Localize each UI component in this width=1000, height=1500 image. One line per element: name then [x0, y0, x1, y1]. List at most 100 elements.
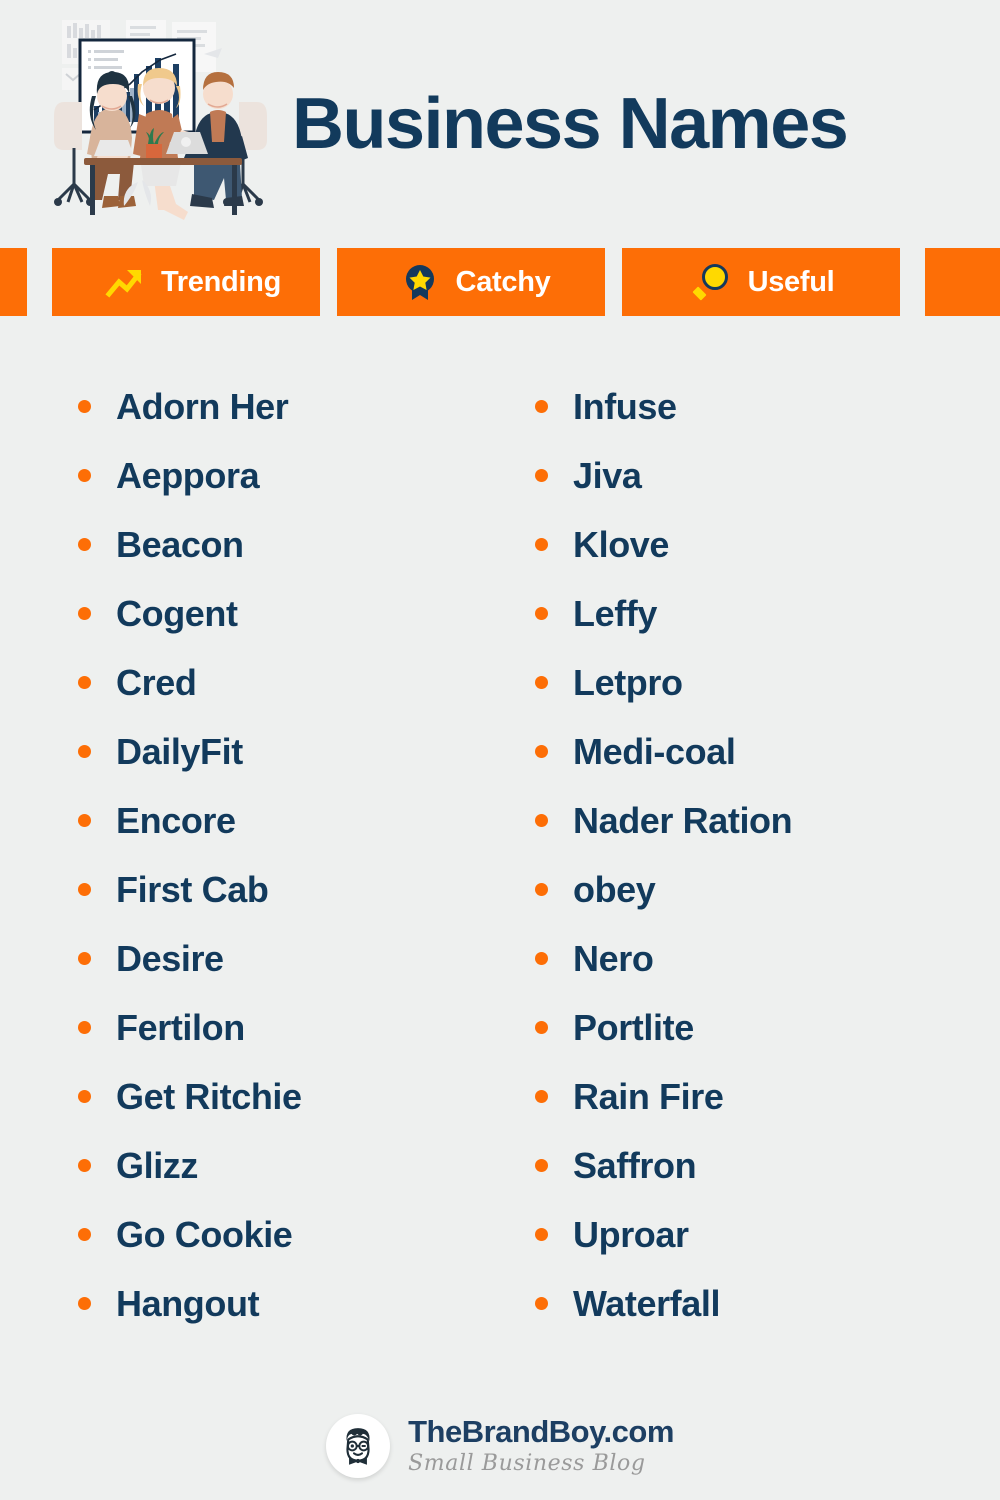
list-item[interactable]: Leffy: [535, 579, 1000, 648]
bullet-icon: [78, 1090, 91, 1103]
bullet-icon: [78, 952, 91, 965]
bullet-icon: [535, 745, 548, 758]
list-item[interactable]: Cred: [78, 648, 500, 717]
bullet-icon: [535, 469, 548, 482]
footer-brand-name[interactable]: TheBrandBoy.com: [408, 1416, 674, 1449]
name-label: Leffy: [573, 592, 658, 634]
bullet-icon: [535, 1090, 548, 1103]
list-item[interactable]: Beacon: [78, 510, 500, 579]
name-label: Fertilon: [116, 1006, 245, 1048]
name-label: Infuse: [573, 385, 677, 427]
name-label: Aeppora: [116, 454, 260, 496]
list-item[interactable]: Cogent: [78, 579, 500, 648]
tab-catchy[interactable]: Catchy: [337, 248, 605, 316]
name-label: Nero: [573, 937, 654, 979]
bullet-icon: [535, 538, 548, 551]
tab-trending[interactable]: Trending: [52, 248, 320, 316]
bullet-icon: [535, 883, 548, 896]
star-badge-icon: [405, 265, 434, 300]
name-label: Cred: [116, 661, 197, 703]
name-label: Go Cookie: [116, 1213, 293, 1255]
bullet-icon: [78, 883, 91, 896]
bullet-icon: [78, 676, 91, 689]
bullet-icon: [78, 814, 91, 827]
name-label: obey: [573, 868, 656, 910]
list-item[interactable]: obey: [535, 855, 1000, 924]
bullet-icon: [535, 676, 548, 689]
list-item[interactable]: Glizz: [78, 1131, 500, 1200]
bullet-icon: [78, 538, 91, 551]
names-column-left: Adorn Her Aeppora Beacon Cogent Cred Dai…: [0, 372, 500, 1338]
bullet-icon: [535, 1228, 548, 1241]
list-item[interactable]: Waterfall: [535, 1269, 1000, 1338]
bullet-icon: [78, 607, 91, 620]
bullet-icon: [78, 1297, 91, 1310]
name-label: Letpro: [573, 661, 683, 703]
name-label: Nader Ration: [573, 799, 793, 841]
name-label: Uproar: [573, 1213, 689, 1255]
list-item[interactable]: Nader Ration: [535, 786, 1000, 855]
tab-partial-left[interactable]: [0, 248, 27, 316]
bullet-icon: [535, 1297, 548, 1310]
list-item[interactable]: Get Ritchie: [78, 1062, 500, 1131]
bullet-icon: [78, 1159, 91, 1172]
name-label: Medi-coal: [573, 730, 736, 772]
name-label: Beacon: [116, 523, 244, 565]
list-item[interactable]: Infuse: [535, 372, 1000, 441]
list-item[interactable]: Rain Fire: [535, 1062, 1000, 1131]
name-label: Adorn Her: [116, 385, 289, 427]
list-item[interactable]: First Cab: [78, 855, 500, 924]
list-item[interactable]: Medi-coal: [535, 717, 1000, 786]
name-label: Cogent: [116, 592, 238, 634]
bullet-icon: [535, 607, 548, 620]
brandboy-avatar-icon: [326, 1414, 391, 1478]
name-label: Saffron: [573, 1144, 697, 1186]
tab-useful[interactable]: Useful: [622, 248, 900, 316]
bullet-icon: [535, 1021, 548, 1034]
bullet-icon: [78, 1021, 91, 1034]
list-item[interactable]: Go Cookie: [78, 1200, 500, 1269]
list-item[interactable]: Portlite: [535, 993, 1000, 1062]
footer-tagline: Small Business Blog: [408, 1450, 646, 1476]
list-item[interactable]: DailyFit: [78, 717, 500, 786]
page-header: Business Names: [0, 0, 1000, 248]
bullet-icon: [535, 814, 548, 827]
business-meeting-illustration: [42, 14, 280, 234]
list-item[interactable]: Encore: [78, 786, 500, 855]
list-item[interactable]: Letpro: [535, 648, 1000, 717]
bullet-icon: [535, 1159, 548, 1172]
bullet-icon: [78, 745, 91, 758]
footer-text-block: TheBrandBoy.com Small Business Blog: [408, 1416, 674, 1476]
name-label: Desire: [116, 937, 224, 979]
tab-catchy-label: Catchy: [455, 265, 551, 298]
list-item[interactable]: Klove: [535, 510, 1000, 579]
list-item[interactable]: Uproar: [535, 1200, 1000, 1269]
tab-useful-label: Useful: [747, 265, 835, 298]
list-item[interactable]: Jiva: [535, 441, 1000, 510]
list-item[interactable]: Aeppora: [78, 441, 500, 510]
name-label: First Cab: [116, 868, 269, 910]
bullet-icon: [535, 952, 548, 965]
list-item[interactable]: Hangout: [78, 1269, 500, 1338]
tab-partial-right[interactable]: [925, 248, 1000, 316]
trending-up-icon: [105, 270, 142, 298]
list-item[interactable]: Nero: [535, 924, 1000, 993]
list-item[interactable]: Desire: [78, 924, 500, 993]
name-label: Waterfall: [573, 1282, 721, 1324]
names-column-right: Infuse Jiva Klove Leffy Letpro Medi-coal…: [500, 372, 1000, 1338]
name-label: Rain Fire: [573, 1075, 724, 1117]
list-item[interactable]: Saffron: [535, 1131, 1000, 1200]
name-label: Portlite: [573, 1006, 694, 1048]
name-label: Get Ritchie: [116, 1075, 302, 1117]
name-label: Encore: [116, 799, 236, 841]
category-tab-bar: Trending Catchy Useful: [0, 248, 1000, 316]
bullet-icon: [78, 400, 91, 413]
tab-trending-label: Trending: [160, 265, 282, 298]
business-names-lists: Adorn Her Aeppora Beacon Cogent Cred Dai…: [0, 316, 1000, 1338]
bullet-icon: [78, 469, 91, 482]
list-item[interactable]: Adorn Her: [78, 372, 500, 441]
name-label: Glizz: [116, 1144, 199, 1186]
list-item[interactable]: Fertilon: [78, 993, 500, 1062]
name-label: Hangout: [116, 1282, 260, 1324]
bullet-icon: [78, 1228, 91, 1241]
